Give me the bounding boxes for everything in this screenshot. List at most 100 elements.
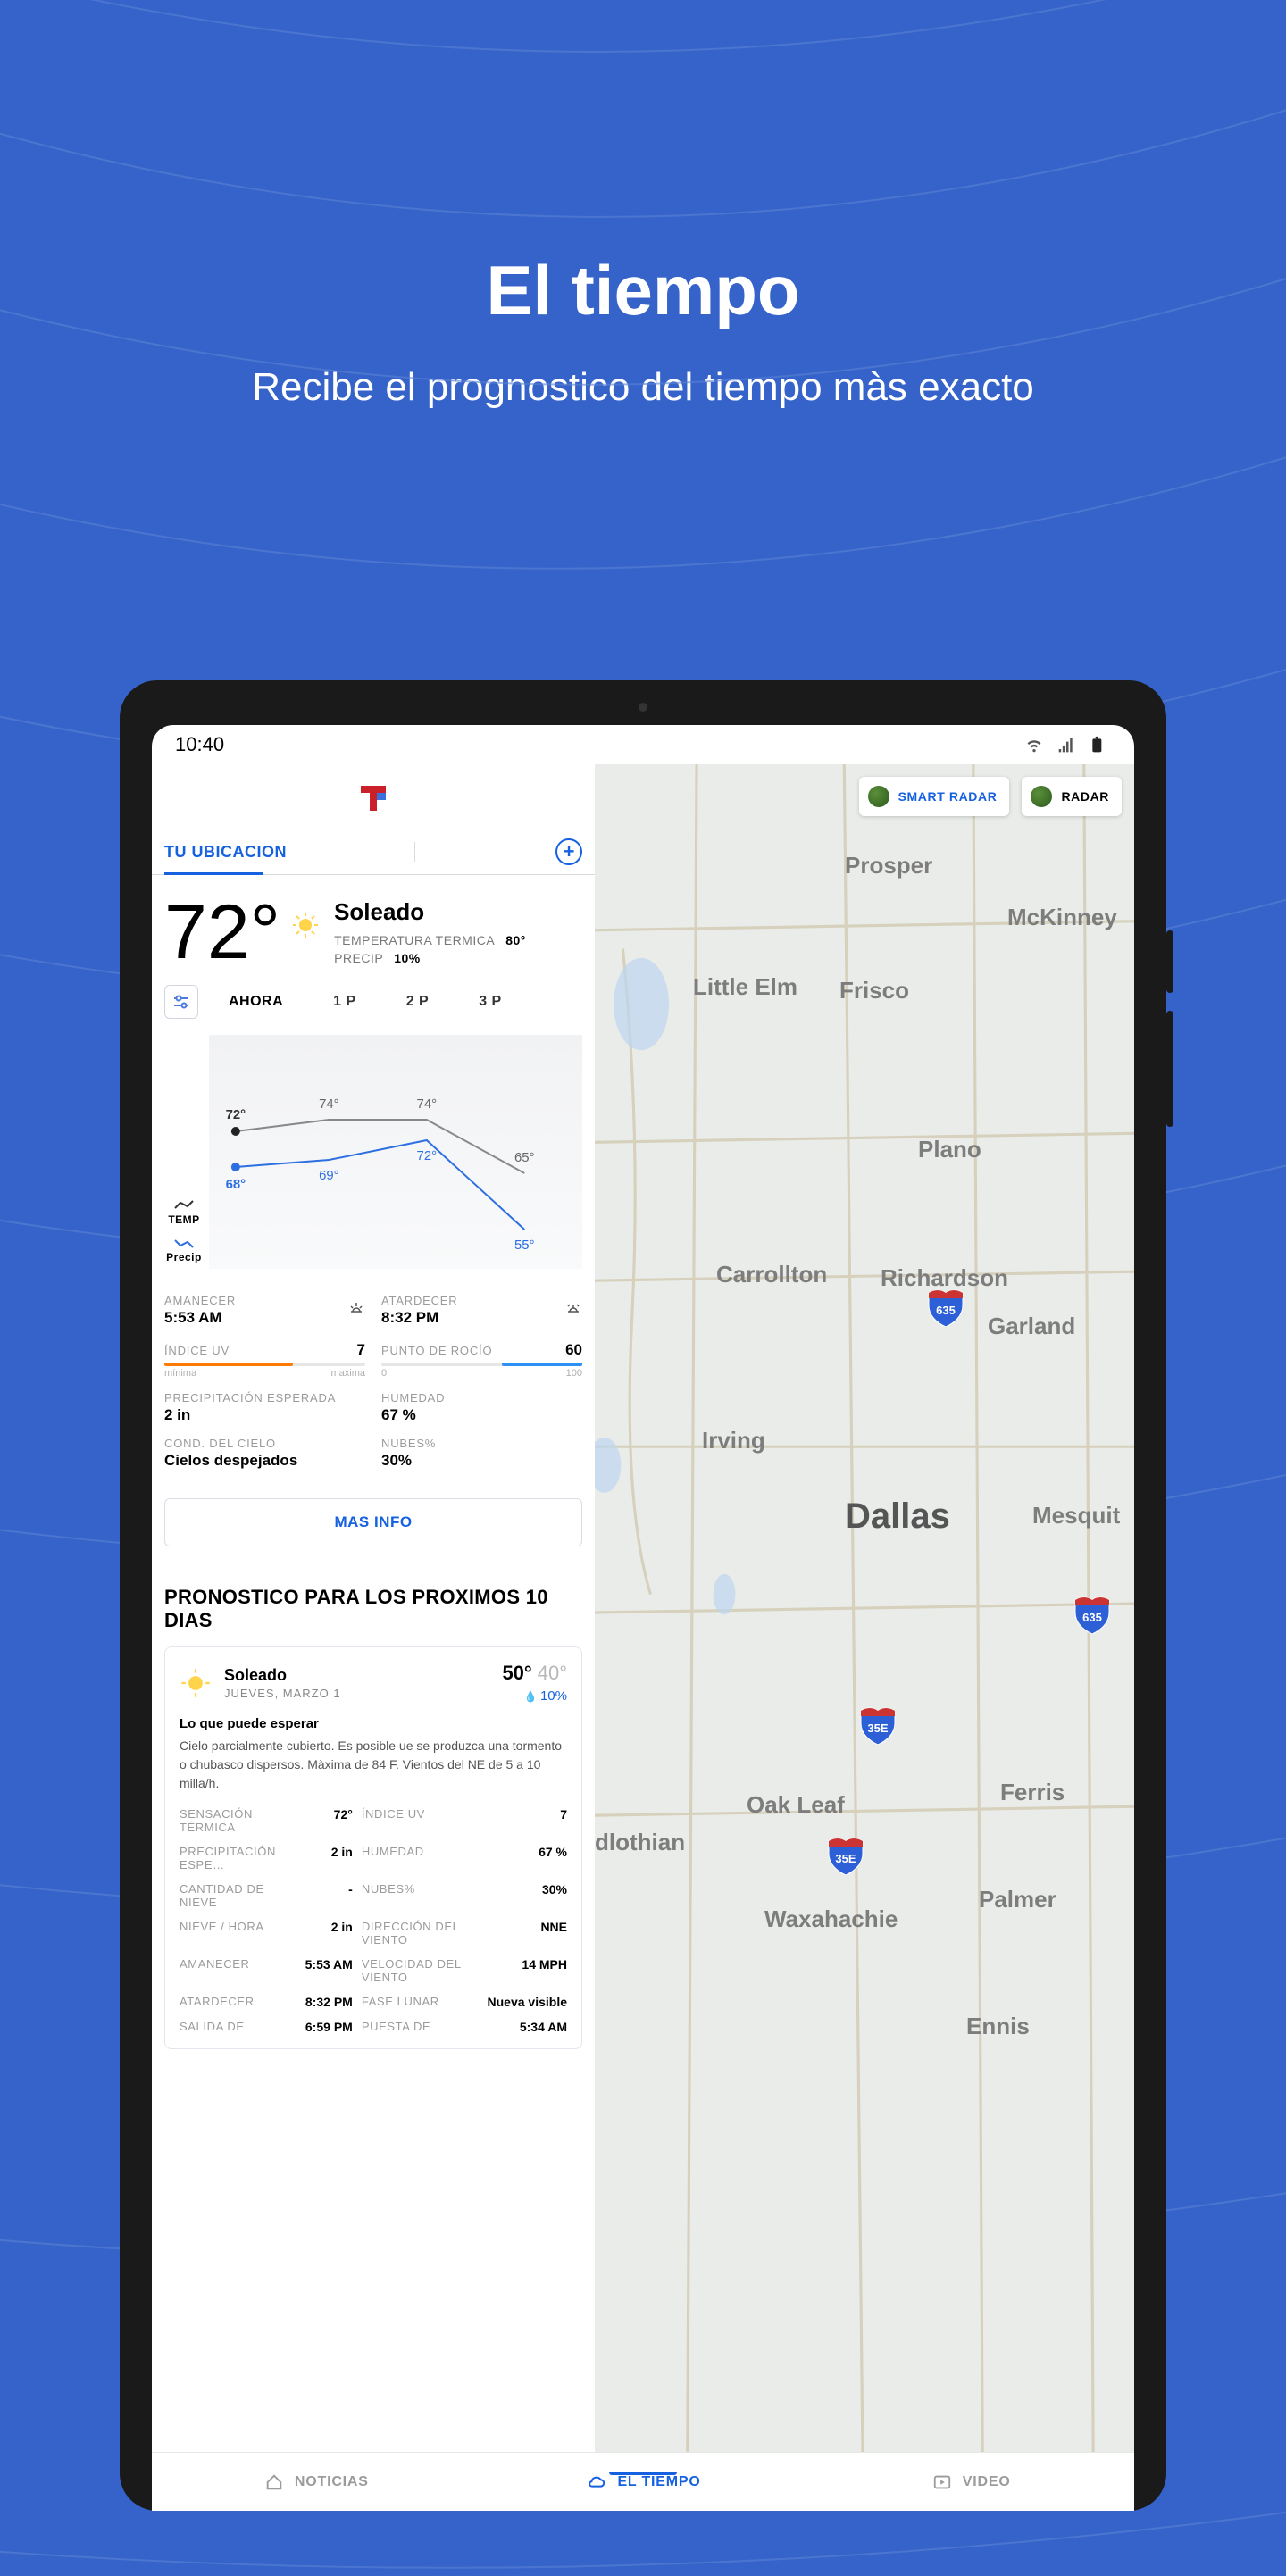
home-icon — [263, 2472, 286, 2492]
filter-button[interactable] — [164, 985, 198, 1019]
sky-cell: COND. DEL CIELO Cielos despejados — [164, 1437, 365, 1470]
svg-text:635: 635 — [936, 1304, 956, 1317]
day-title: Soleado JUEVES, MARZO 1 — [224, 1666, 341, 1700]
promo-title: El tiempo — [0, 250, 1286, 331]
precip-expected-cell: PRECIPITACIÓN ESPERADA 2 in — [164, 1391, 365, 1424]
play-icon — [931, 2472, 954, 2492]
promo-header: El tiempo Recibe el prognostico del tiem… — [0, 0, 1286, 417]
day-row-label: HUMEDAD — [362, 1845, 479, 1872]
day-row-label: SENSACIÓN TÉRMICA — [180, 1807, 296, 1834]
current-temp: 72° — [164, 898, 280, 967]
hour-1: 1 P — [333, 994, 356, 1010]
dew-cell: PUNTO DE ROCÍO60 0100 — [381, 1339, 582, 1379]
hour-2: 2 P — [406, 994, 430, 1010]
smart-radar-button[interactable]: SMART RADAR — [859, 777, 1010, 816]
map-city-label: Oak Leaf — [747, 1791, 845, 1819]
tab-el-tiempo[interactable]: EL TIEMPO — [480, 2472, 807, 2492]
day-forecast-card[interactable]: Soleado JUEVES, MARZO 1 50°40° 10% Lo qu… — [164, 1646, 582, 2049]
hour-now: AHORA — [229, 994, 283, 1010]
highway-shield-icon: 35E — [859, 1705, 897, 1745]
more-info-button[interactable]: MAS INFO — [164, 1498, 582, 1546]
status-icons — [1022, 736, 1111, 754]
tablet-frame: 10:40 TU UBICACION + — [120, 680, 1166, 2511]
radar-button[interactable]: RADAR — [1022, 777, 1122, 816]
camera-dot — [639, 703, 647, 712]
logo-area — [152, 764, 595, 838]
hour-3: 3 P — [479, 994, 502, 1010]
day-row-label: NUBES% — [362, 1882, 479, 1909]
globe-icon — [868, 786, 889, 807]
map-city-label: Little Elm — [693, 973, 797, 1001]
day-row-label: SALIDA DE — [180, 2020, 296, 2034]
globe-icon — [1031, 786, 1052, 807]
signal-icon — [1054, 736, 1079, 754]
svg-text:72°: 72° — [226, 1107, 246, 1122]
tab-video[interactable]: VIDEO — [806, 2472, 1134, 2492]
day-row-label: ATARDECER — [180, 1995, 296, 2009]
location-tab-current[interactable]: TU UBICACION — [164, 843, 287, 862]
svg-text:72°: 72° — [417, 1148, 438, 1163]
status-bar: 10:40 — [152, 725, 1134, 764]
hourly-section: AHORA 1 P 2 P 3 P 72° — [152, 978, 595, 1269]
svg-text:65°: 65° — [514, 1150, 535, 1165]
day-row-label: CANTIDAD DE NIEVE — [180, 1882, 296, 1909]
svg-text:68°: 68° — [226, 1177, 246, 1192]
day-row-value: 7 — [488, 1807, 568, 1834]
sunrise-icon — [347, 1299, 365, 1317]
svg-text:635: 635 — [1082, 1611, 1102, 1624]
day-row-value: 67 % — [488, 1845, 568, 1872]
sunset-cell: ATARDECER 8:32 PM — [381, 1294, 582, 1327]
day-row-label: PUESTA DE — [362, 2020, 479, 2034]
map-city-label: Plano — [918, 1136, 981, 1163]
expect-text: Cielo parcialmente cubierto. Es posible … — [180, 1737, 567, 1793]
uv-cell: ÍNDICE UV7 mínimamaxima — [164, 1339, 365, 1379]
location-tabs: TU UBICACION + — [152, 838, 595, 875]
map-city-label: Irving — [702, 1427, 765, 1455]
divider — [414, 842, 415, 862]
map-city-label: Ferris — [1000, 1779, 1065, 1806]
svg-text:35E: 35E — [867, 1722, 888, 1735]
highway-shield-icon: 35E — [827, 1836, 864, 1875]
tablet-side-button — [1166, 930, 1173, 993]
svg-text:55°: 55° — [514, 1238, 535, 1253]
map-city-label: Mesquit — [1032, 1502, 1120, 1530]
condition-name: Soleado — [334, 898, 526, 926]
screen: 10:40 TU UBICACION + — [152, 725, 1134, 2511]
precip-value: 10% — [394, 951, 421, 965]
day-row-value: Nueva visible — [488, 1995, 568, 2009]
add-location-button[interactable]: + — [555, 838, 582, 865]
svg-text:74°: 74° — [319, 1096, 339, 1112]
day-row-value: 8:32 PM — [305, 1995, 353, 2009]
svg-text:69°: 69° — [319, 1168, 339, 1183]
map-panel[interactable]: SMART RADAR RADAR — [595, 764, 1134, 2452]
sun-icon — [291, 911, 320, 939]
map-city-label: dlothian — [595, 1829, 685, 1856]
day-row-value: NNE — [488, 1920, 568, 1947]
highway-shield-icon: 635 — [927, 1288, 964, 1327]
day-row-value: 5:53 AM — [305, 1957, 353, 1984]
promo-subtitle: Recibe el prognostico del tiempo màs exa… — [0, 358, 1286, 417]
humidity-cell: HUMEDAD 67 % — [381, 1391, 582, 1424]
day-row-label: ÍNDICE UV — [362, 1807, 479, 1834]
telemundo-logo-icon — [357, 782, 389, 814]
map-city-label: Garland — [988, 1313, 1075, 1340]
app-body: TU UBICACION + 72° Soleado TEMPERATURA T… — [152, 764, 1134, 2452]
map-city-label: Waxahachie — [764, 1905, 898, 1933]
tablet-side-button — [1166, 1011, 1173, 1127]
hourly-times[interactable]: AHORA 1 P 2 P 3 P — [229, 994, 502, 1010]
hourly-chart[interactable]: 72° 74° 74° 65° 68° 69° 72° 55° — [209, 1035, 582, 1269]
map-city-label: Prosper — [845, 852, 932, 880]
day-row-label: VELOCIDAD DEL VIENTO — [362, 1957, 479, 1984]
day-detail-grid: SENSACIÓN TÉRMICA 72° ÍNDICE UV 7PRECIPI… — [180, 1807, 567, 2034]
sunset-icon — [564, 1299, 582, 1317]
tab-bar: NOTICIAS EL TIEMPO VIDEO — [152, 2452, 1134, 2511]
current-details: Soleado TEMPERATURA TERMICA 80° PRECIP 1… — [334, 898, 526, 969]
day-row-value: 2 in — [305, 1920, 353, 1947]
day-row-value: 30% — [488, 1882, 568, 1909]
day-temps: 50°40° 10% — [502, 1662, 567, 1704]
detail-grid: AMANECER 5:53 AM ATARDECER 8:32 PM ÍNDIC… — [152, 1269, 595, 1488]
day-row-value: 5:34 AM — [488, 2020, 568, 2034]
tab-noticias[interactable]: NOTICIAS — [152, 2472, 480, 2492]
day-row-value: 14 MPH — [488, 1957, 568, 1984]
weather-panel: TU UBICACION + 72° Soleado TEMPERATURA T… — [152, 764, 595, 2452]
